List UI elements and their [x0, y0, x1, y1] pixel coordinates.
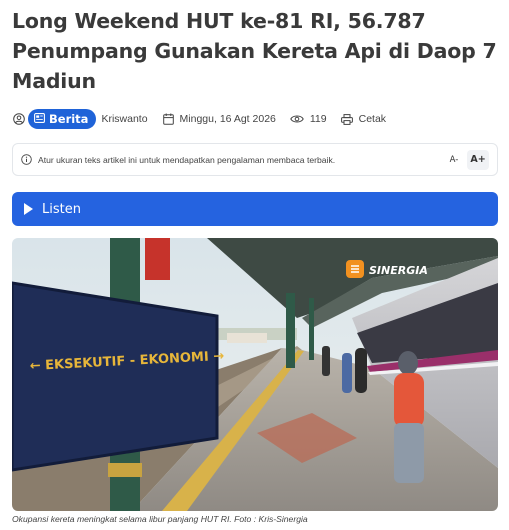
category-label: Berita — [49, 112, 89, 126]
view-count: 119 — [309, 113, 327, 125]
article-photo: ← EKSEKUTIF - EKONOMI → SINERGIA — [12, 238, 498, 511]
photo-caption: Okupansi kereta meningkat selama libur p… — [12, 514, 308, 524]
listen-button[interactable]: Listen — [12, 192, 498, 226]
author-name[interactable]: Kriswanto — [101, 113, 147, 125]
increase-font-button[interactable]: A+ — [467, 149, 489, 170]
notice-text: Atur ukuran teks artikel ini untuk menda… — [38, 154, 336, 165]
text-size-notice: Atur ukuran teks artikel ini untuk menda… — [12, 143, 498, 176]
listen-label: Listen — [42, 201, 81, 217]
play-icon — [24, 203, 33, 215]
article-title: Long Weekend HUT ke-81 RI, 56.787 Penump… — [12, 9, 497, 93]
publish-date: Minggu, 16 Agt 2026 — [179, 113, 276, 125]
eye-icon — [290, 113, 305, 126]
article-meta: Berita Kriswanto Minggu, 16 Agt 2026 119… — [12, 108, 386, 130]
info-icon — [21, 154, 32, 165]
watermark-text: SINERGIA — [369, 264, 428, 277]
category-badge[interactable]: Berita — [28, 109, 97, 129]
print-link[interactable]: Cetak — [359, 113, 386, 125]
news-icon — [34, 112, 45, 126]
calendar-icon — [162, 113, 175, 126]
decrease-font-button[interactable]: A- — [443, 150, 465, 170]
author-icon — [12, 113, 25, 126]
printer-icon[interactable] — [341, 113, 354, 126]
